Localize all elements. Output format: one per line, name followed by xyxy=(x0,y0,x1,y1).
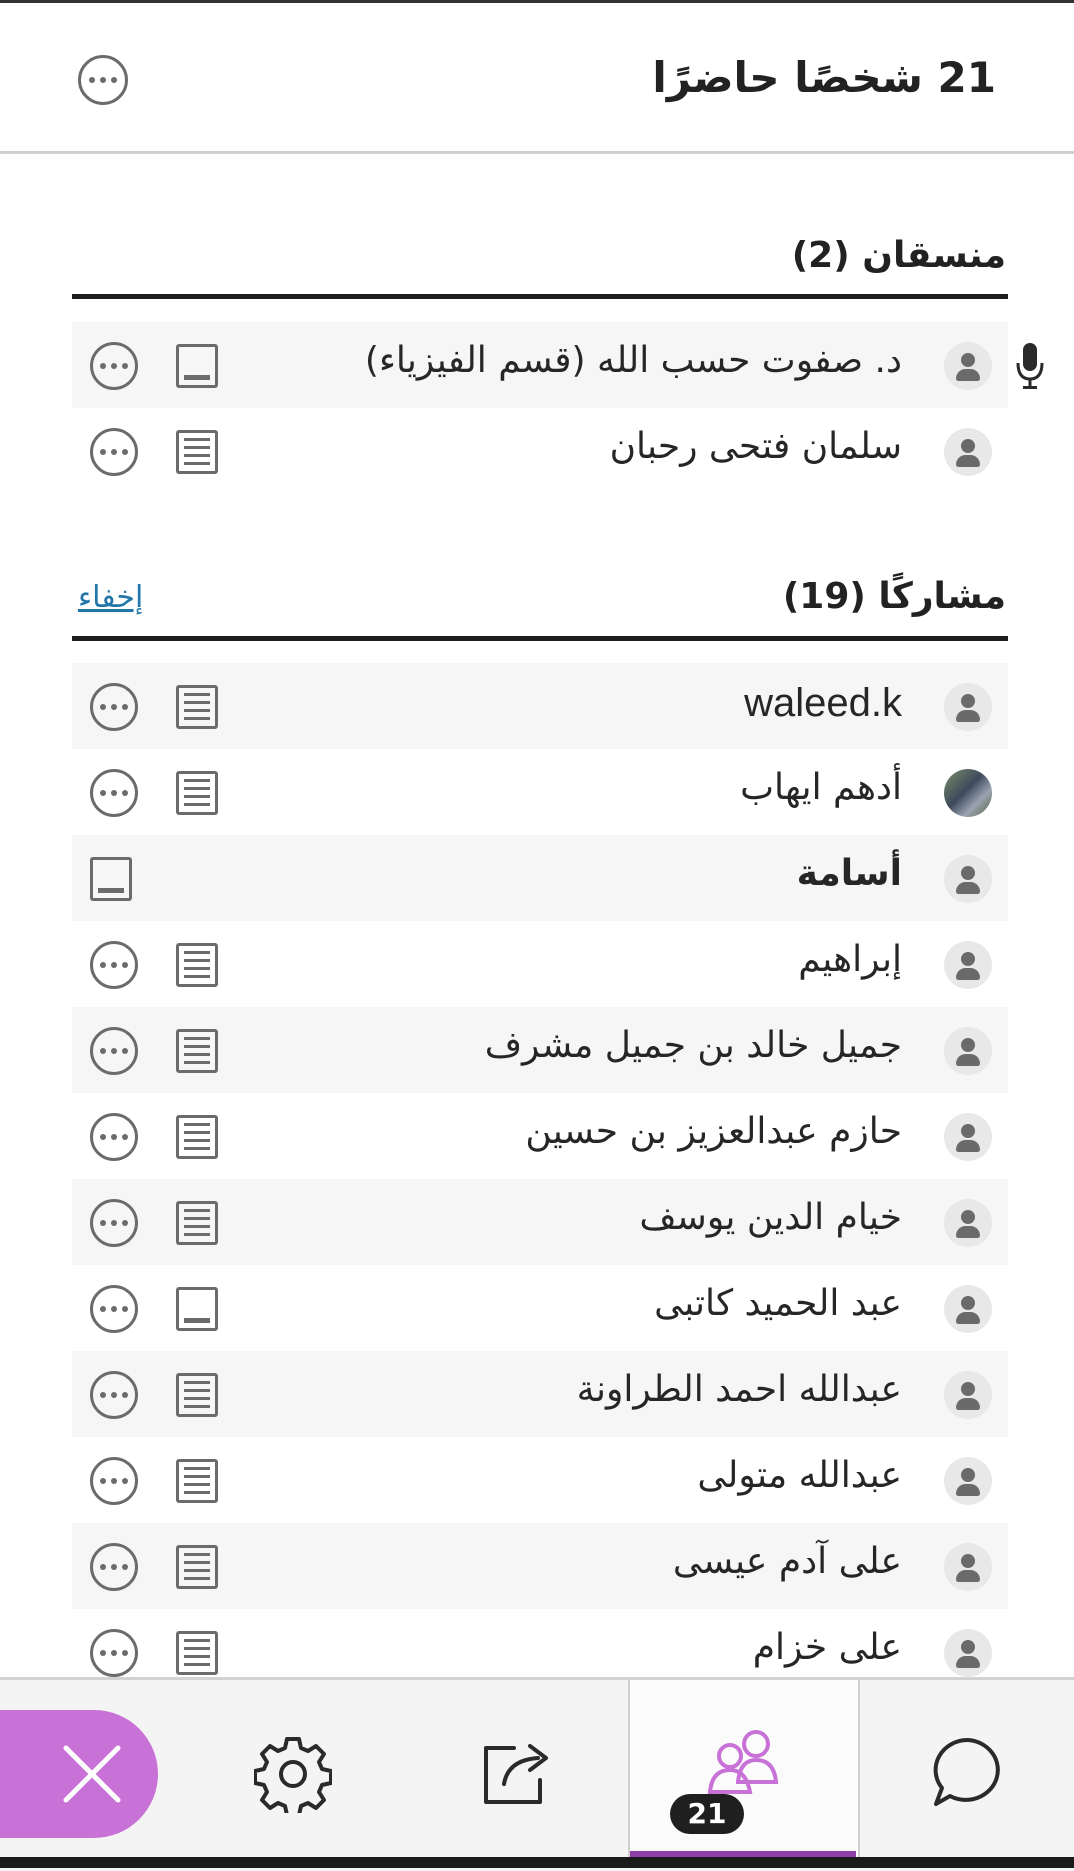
dot-icon xyxy=(89,77,95,83)
avatar xyxy=(944,941,992,989)
avatar xyxy=(944,1027,992,1075)
attendee-name: على آدم عيسى xyxy=(672,1541,902,1582)
section-divider xyxy=(72,294,1008,299)
avatar xyxy=(944,1199,992,1247)
attendee-name: حازم عبدالعزيز بن حسين xyxy=(525,1111,902,1152)
attendee-name: عبدالله متولى xyxy=(697,1455,902,1496)
captions-icon xyxy=(176,1545,218,1589)
bottom-tab-bar: 21 xyxy=(0,1677,1074,1871)
attendee-more-button[interactable] xyxy=(90,1027,138,1075)
captions-off-icon xyxy=(176,344,218,388)
attendee-name: خيام الدين يوسف xyxy=(639,1197,902,1238)
more-options-button[interactable] xyxy=(78,55,128,105)
attendee-row[interactable]: عبد الحميد كاتبى xyxy=(72,1265,1008,1351)
captions-off-icon xyxy=(90,857,132,901)
attendee-row[interactable]: أدهم ايهاب xyxy=(72,749,1008,835)
attendee-row[interactable]: عبدالله احمد الطراونة xyxy=(72,1351,1008,1437)
attendee-row[interactable]: عبدالله متولى xyxy=(72,1437,1008,1523)
attendees-count-title: 21 شخصًا حاضرًا xyxy=(652,53,996,102)
chat-bubble-icon xyxy=(933,1737,1000,1806)
attendee-more-button[interactable] xyxy=(90,1543,138,1591)
captions-icon xyxy=(176,1459,218,1503)
attendee-name: waleed.k xyxy=(744,681,902,725)
dot-icon xyxy=(100,77,106,83)
captions-off-icon xyxy=(176,1287,218,1331)
attendee-more-button[interactable] xyxy=(90,1457,138,1505)
attendee-more-button[interactable] xyxy=(90,941,138,989)
avatar xyxy=(944,1629,992,1677)
avatar xyxy=(944,1113,992,1161)
close-icon xyxy=(63,1745,121,1803)
tab-attendees[interactable] xyxy=(628,1680,860,1860)
attendee-row[interactable]: جميل خالد بن جميل مشرف xyxy=(72,1007,1008,1093)
attendee-name: أسامة xyxy=(796,853,902,894)
attendees-count-badge: 21 xyxy=(670,1794,744,1834)
avatar xyxy=(944,428,992,476)
avatar xyxy=(944,855,992,903)
attendee-name: د. صفوت حسب الله (قسم الفيزياء) xyxy=(364,340,902,381)
attendee-name: سلمان فتحى رحبان xyxy=(609,426,902,467)
hide-participants-link[interactable]: إخفاء xyxy=(78,580,143,615)
attendee-name: أدهم ايهاب xyxy=(740,767,902,808)
close-panel-button[interactable] xyxy=(0,1710,158,1838)
attendee-name: عبد الحميد كاتبى xyxy=(654,1283,902,1324)
tab-settings[interactable] xyxy=(228,1680,358,1860)
captions-icon xyxy=(176,1115,218,1159)
attendee-row-moderator-2[interactable]: سلمان فتحى رحبان xyxy=(72,408,1008,494)
avatar-photo xyxy=(944,769,992,817)
captions-icon xyxy=(176,771,218,815)
share-icon xyxy=(484,1744,548,1804)
attendees-header: 21 شخصًا حاضرًا xyxy=(0,3,1074,154)
attendee-more-button[interactable] xyxy=(90,1629,138,1677)
participants-section-title: مشاركًا (19) xyxy=(782,576,1006,617)
bottom-border xyxy=(0,1857,1074,1868)
avatar xyxy=(944,342,992,390)
section-divider xyxy=(72,636,1008,641)
avatar xyxy=(944,683,992,731)
captions-icon xyxy=(176,685,218,729)
tab-share-content[interactable] xyxy=(452,1680,582,1860)
attendee-more-button[interactable] xyxy=(90,683,138,731)
attendee-more-button[interactable] xyxy=(90,769,138,817)
captions-icon xyxy=(176,1631,218,1675)
attendee-row-moderator-1[interactable]: د. صفوت حسب الله (قسم الفيزياء) xyxy=(72,322,1008,408)
avatar xyxy=(944,1543,992,1591)
captions-icon xyxy=(176,1373,218,1417)
gear-icon xyxy=(254,1737,332,1813)
captions-icon xyxy=(176,1201,218,1245)
attendee-row[interactable]: خيام الدين يوسف xyxy=(72,1179,1008,1265)
attendee-more-button[interactable] xyxy=(90,428,138,476)
attendee-more-button[interactable] xyxy=(90,1371,138,1419)
attendee-row[interactable]: حازم عبدالعزيز بن حسين xyxy=(72,1093,1008,1179)
attendee-row-self[interactable]: أسامة xyxy=(72,835,1008,921)
attendee-name: جميل خالد بن جميل مشرف xyxy=(484,1025,902,1066)
moderators-section-title: منسقان (2) xyxy=(791,235,1006,276)
people-icon xyxy=(707,1730,779,1794)
attendee-more-button[interactable] xyxy=(90,1199,138,1247)
attendee-row[interactable]: على آدم عيسى xyxy=(72,1523,1008,1609)
attendee-more-button[interactable] xyxy=(90,1113,138,1161)
avatar xyxy=(944,1457,992,1505)
captions-icon xyxy=(176,1029,218,1073)
attendee-name: إبراهيم xyxy=(798,939,902,980)
microphone-icon xyxy=(1016,343,1044,389)
attendee-row[interactable]: waleed.k xyxy=(72,663,1008,749)
attendee-more-button[interactable] xyxy=(90,1285,138,1333)
attendee-name: على خزام xyxy=(752,1627,902,1668)
captions-icon xyxy=(176,943,218,987)
attendee-name: عبدالله احمد الطراونة xyxy=(576,1369,902,1410)
avatar xyxy=(944,1285,992,1333)
captions-icon xyxy=(176,430,218,474)
dot-icon xyxy=(111,77,117,83)
attendee-row[interactable]: إبراهيم xyxy=(72,921,1008,1007)
avatar xyxy=(944,1371,992,1419)
tab-chat[interactable] xyxy=(900,1680,1030,1860)
attendee-more-button[interactable] xyxy=(90,342,138,390)
